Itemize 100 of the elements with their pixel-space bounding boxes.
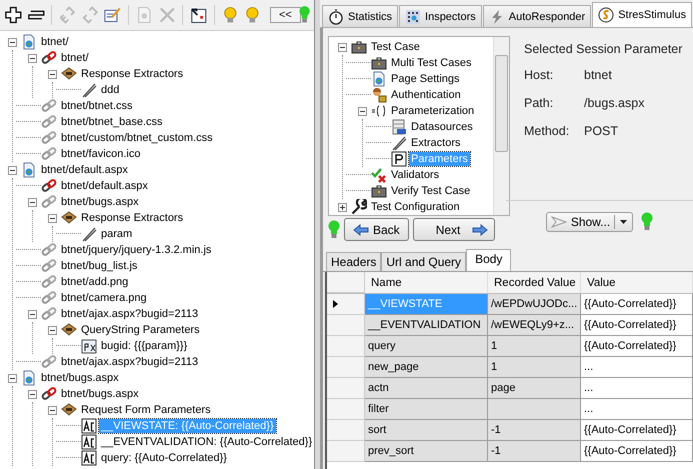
tree-item[interactable]: btnet/camera.png [59, 291, 149, 305]
document-icon [81, 450, 97, 466]
tab[interactable]: StresStimulus [592, 2, 692, 27]
tree-item[interactable]: btnet/default.aspx [39, 163, 130, 177]
tree-item[interactable]: Validators [389, 168, 442, 182]
tree-item[interactable]: bugid: {{{param}}} [99, 339, 190, 353]
field-label: Method: [524, 124, 570, 140]
show-button[interactable]: Show... [546, 212, 634, 232]
tab[interactable]: AutoResponder [482, 5, 592, 27]
field-label: Path: [524, 96, 554, 112]
braces-icon [371, 103, 387, 119]
tree-item[interactable]: param [99, 227, 134, 241]
tree-item[interactable]: btnet/jquery/jquery-1.3.2.min.js [59, 243, 214, 257]
tree-item[interactable]: Test Configuration [369, 200, 462, 214]
tree-item[interactable]: Authentication [389, 88, 463, 102]
add-icon[interactable] [4, 5, 23, 25]
table-cell: __EVENTVALIDATION [365, 315, 488, 336]
tree-item[interactable]: QueryString Parameters [79, 323, 202, 337]
tree-item[interactable]: Response Extractors [79, 211, 186, 225]
tree-item[interactable]: btnet/favicon.ico [59, 147, 142, 161]
document-icon [81, 418, 97, 434]
tree-item[interactable]: btnet/bugs.aspx [39, 371, 121, 385]
table-cell: sort [365, 420, 488, 441]
tree-item[interactable]: ddd [99, 83, 122, 97]
tab[interactable]: Statistics [322, 5, 398, 27]
bulb-icon [328, 220, 340, 240]
tree-item[interactable]: btnet/btnet.css [59, 99, 135, 113]
table-cell: 1 [488, 336, 581, 357]
user-lock-icon [371, 87, 387, 103]
table-cell: ... [581, 399, 693, 420]
table-cell: {{Auto-Correlated}} [581, 441, 693, 462]
field-value: POST [584, 124, 618, 140]
table-cell: prev_sort [365, 441, 488, 462]
tab[interactable]: Url and Query [381, 252, 466, 271]
database-icon [391, 119, 407, 135]
page-icon [21, 162, 37, 178]
tree-item[interactable]: btnet/custom/btnet_custom.css [59, 131, 215, 145]
tree-item[interactable]: Test Case [369, 40, 422, 54]
document-icon [81, 434, 97, 450]
page-icon [21, 34, 37, 50]
field-value: /bugs.aspx [584, 96, 644, 112]
tree-item[interactable]: btnet/bugs.aspx [59, 195, 141, 209]
column-header[interactable]: Recorded Value [488, 272, 581, 293]
tree-item[interactable]: query: {{Auto-Correlated}} [99, 451, 229, 465]
table-cell: -1 [488, 441, 581, 462]
caret-icon[interactable] [620, 220, 628, 224]
tree-item[interactable]: Page Settings [389, 72, 462, 86]
tweezers-icon [81, 226, 97, 242]
tree-item[interactable]: __EVENTVALIDATION: {{Auto-Correlated}} [99, 435, 314, 449]
table-cell: __VIEWSTATE [365, 294, 488, 315]
table-cell: actn [365, 378, 488, 399]
tab[interactable]: Body [466, 249, 512, 271]
pointer-icon [550, 216, 567, 228]
table-cell: ... [581, 378, 693, 399]
bulb-icon [641, 212, 654, 232]
table-cell: {{Auto-Correlated}} [581, 294, 693, 315]
tab[interactable]: Inspectors [399, 5, 482, 27]
page-icon [21, 370, 37, 386]
edit-icon[interactable] [103, 5, 122, 25]
tree-item[interactable]: btnet/ [59, 51, 91, 65]
row-header[interactable] [327, 294, 365, 315]
next-button[interactable]: Next [412, 218, 495, 241]
tree-item[interactable]: btnet/ [39, 35, 71, 49]
tree-item[interactable]: Multi Test Cases [389, 56, 474, 70]
tree-item[interactable]: btnet/bugs.aspx [59, 387, 141, 401]
table-cell: {{Auto-Correlated}} [581, 336, 693, 357]
tweezers-icon [391, 135, 407, 151]
column-header[interactable]: Value [581, 272, 693, 293]
scrollbar[interactable] [493, 37, 509, 215]
tab[interactable]: Headers [326, 252, 382, 271]
tree-item[interactable]: btnet/ajax.aspx?bugid=2113 [59, 307, 200, 321]
table-cell: filter [365, 399, 488, 420]
briefcase-icon [351, 39, 367, 55]
tree-item[interactable]: Response Extractors [79, 67, 186, 81]
tree-item[interactable]: Verify Test Case [389, 184, 472, 198]
briefcase-icon [371, 183, 387, 199]
briefcase-icon [371, 55, 387, 71]
tree-item[interactable]: btnet/ajax.aspx?bugid=2113 [59, 355, 200, 369]
table-cell: {{Auto-Correlated}} [581, 420, 693, 441]
tree-item[interactable]: btnet/add.png [59, 275, 130, 289]
inspector-icon [405, 8, 422, 24]
box-icon [61, 66, 77, 82]
tree-item[interactable]: btnet/bug_list.js [59, 259, 140, 273]
table-cell: 1 [488, 357, 581, 378]
tree-item[interactable]: Datasources [409, 120, 475, 134]
table-cell: page [488, 378, 581, 399]
parameter-icon [81, 338, 97, 354]
parameter-icon [391, 151, 407, 167]
tree-item[interactable]: btnet/btnet_base.css [59, 115, 165, 129]
column-header[interactable]: Name [365, 272, 488, 293]
table-cell: query [365, 336, 488, 357]
back-button[interactable]: Back [344, 218, 409, 241]
collapse-button[interactable]: << [270, 7, 301, 23]
tree-item[interactable]: btnet/default.aspx [59, 179, 150, 193]
tweezers-icon [81, 82, 97, 98]
arrow-left-icon [353, 224, 369, 236]
tree-item[interactable]: Request Form Parameters [79, 403, 213, 417]
table-cell: {{Auto-Correlated}} [581, 315, 693, 336]
tree-item[interactable]: Extractors [409, 136, 463, 150]
tree-item[interactable]: Parameterization [389, 104, 476, 118]
